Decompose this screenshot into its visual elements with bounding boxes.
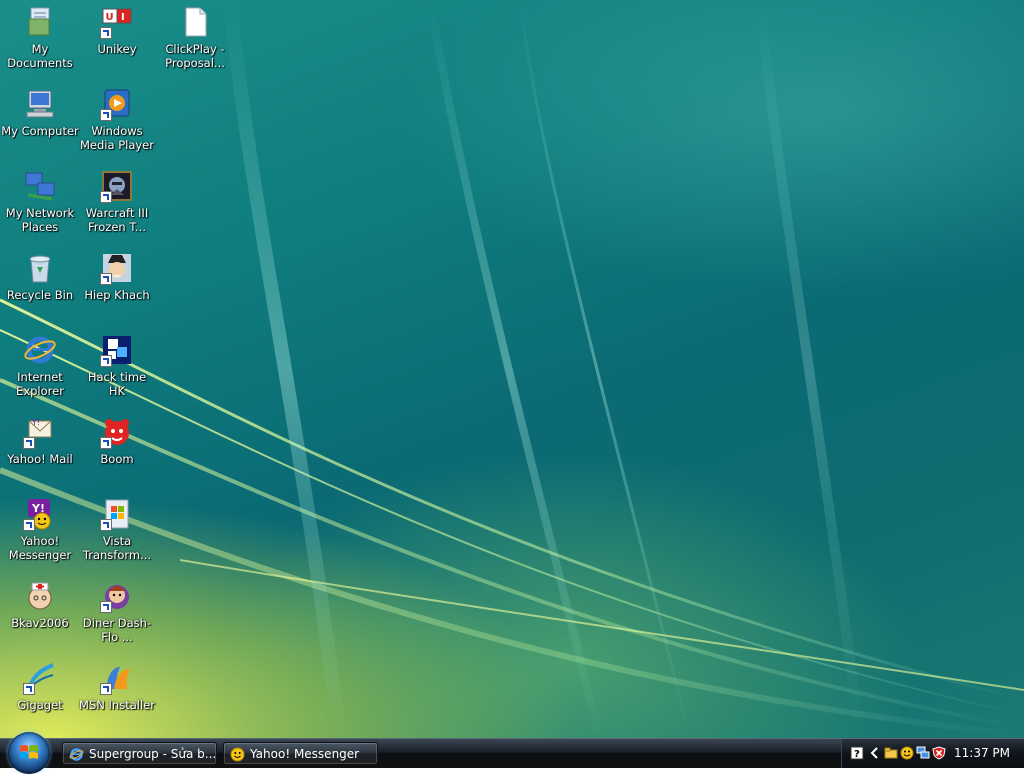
svg-text:?: ? — [854, 749, 860, 760]
desktop-icon-diner-dash[interactable]: Diner Dash-Flo ... — [78, 577, 156, 657]
desktop-icon-boom[interactable]: Boom — [78, 413, 156, 493]
shortcut-arrow-icon — [100, 273, 112, 285]
desktop-icon-label: Hiep Khach — [84, 288, 150, 302]
taskbar-button-label: Supergroup - Sửa b... — [89, 747, 217, 761]
svg-text:Y!: Y! — [31, 418, 40, 427]
network-icon — [23, 169, 57, 203]
folder-sync-icon[interactable] — [884, 746, 898, 760]
desktop-icon-msn-installer[interactable]: MSN Installer — [78, 659, 156, 738]
chevron-left-icon[interactable] — [868, 746, 882, 760]
shortcut-arrow-icon — [100, 355, 112, 367]
desktop-icon-label: Recycle Bin — [6, 288, 74, 302]
game-icon — [100, 169, 134, 203]
antivirus-icon — [23, 579, 57, 613]
desktop-icon-hiep-khach[interactable]: Hiep Khach — [78, 249, 156, 329]
internet-explorer-icon — [69, 748, 84, 761]
yahoo-messenger-icon: Y! — [23, 497, 57, 531]
clock[interactable]: 11:37 PM — [954, 739, 1010, 768]
desktop-icon-hack-time-hk[interactable]: Hack time HK — [78, 331, 156, 411]
desktop-icon-label: Unikey — [97, 42, 137, 56]
msn-icon — [100, 661, 134, 695]
game-character-icon — [100, 251, 134, 285]
desktop-icon-label: ClickPlay - Proposal... — [165, 42, 225, 70]
desktop-icon-yahoo-messenger[interactable]: Y! Yahoo! Messenger — [1, 495, 79, 575]
shortcut-arrow-icon — [100, 683, 112, 695]
media-player-icon — [100, 87, 134, 121]
taskbar-button-yahoo-messenger[interactable]: Yahoo! Messenger — [223, 742, 378, 765]
desktop-icon-gigaget[interactable]: Gigaget — [1, 659, 79, 738]
desktop-icon-bkav2006[interactable]: Bkav2006 — [1, 577, 79, 657]
shortcut-arrow-icon — [100, 27, 112, 39]
desktop-icon-unikey[interactable]: UI Unikey — [78, 3, 156, 83]
desktop-icon-my-documents[interactable]: My Documents — [1, 3, 79, 83]
shortcut-arrow-icon — [100, 437, 112, 449]
recycle-bin-icon — [23, 251, 57, 285]
cube-icon — [100, 333, 134, 367]
shortcut-arrow-icon — [100, 519, 112, 531]
document-icon — [178, 5, 212, 39]
desktop-icon-windows-media-player[interactable]: Windows Media Player — [78, 85, 156, 165]
desktop-icon-label: Yahoo! Messenger — [8, 534, 72, 562]
desktop-icon-label: Diner Dash-Flo ... — [82, 616, 152, 644]
desktop-background[interactable]: My Documents My Computer My Network Plac… — [0, 0, 1024, 738]
desktop-icon-label: Yahoo! Mail — [7, 452, 73, 466]
mail-icon: Y! — [23, 415, 57, 449]
desktop-icon-my-computer[interactable]: My Computer — [1, 85, 79, 165]
desktop-icon-label: Bkav2006 — [11, 616, 69, 630]
shortcut-arrow-icon — [100, 109, 112, 121]
boom-icon — [100, 415, 134, 449]
windows-logo-icon — [20, 745, 38, 759]
security-alert-icon[interactable] — [932, 746, 946, 760]
system-tray: ? 11:37 PM — [841, 739, 1024, 768]
desktop-icon-label: Gigaget — [17, 698, 63, 712]
desktop-icon-clickplay-proposal[interactable]: ClickPlay - Proposal... — [156, 3, 234, 83]
desktop-icon-yahoo-mail[interactable]: Y! Yahoo! Mail — [1, 413, 79, 493]
unikey-icon: UI — [100, 5, 134, 39]
diner-icon — [100, 579, 134, 613]
desktop-icon-label: Internet Explorer — [16, 370, 64, 398]
desktop-icon-internet-explorer[interactable]: Internet Explorer — [1, 331, 79, 411]
desktop-icon-label: My Documents — [7, 42, 73, 70]
svg-text:U: U — [106, 12, 114, 23]
desktop-icon-label: Windows Media Player — [80, 124, 154, 152]
taskbar: Supergroup - Sửa b... Yahoo! Messenger ? — [0, 732, 1024, 774]
help-icon[interactable]: ? — [850, 746, 864, 760]
desktop-icon-warcraft[interactable]: Warcraft III Frozen T... — [78, 167, 156, 247]
internet-explorer-icon — [23, 333, 57, 367]
desktop-icon-label: Hack time HK — [87, 370, 147, 398]
shortcut-arrow-icon — [100, 601, 112, 613]
desktop-icon-label: My Computer — [1, 124, 79, 138]
shortcut-arrow-icon — [23, 437, 35, 449]
shortcut-arrow-icon — [100, 191, 112, 203]
desktop-icon-recycle-bin[interactable]: Recycle Bin — [1, 249, 79, 329]
desktop-icon-label: Warcraft III Frozen T... — [85, 206, 149, 234]
network-icon[interactable] — [916, 746, 930, 760]
computer-icon — [23, 87, 57, 121]
shortcut-arrow-icon — [23, 683, 35, 695]
vista-icon — [100, 497, 134, 531]
yahoo-smiley-icon — [230, 747, 245, 762]
desktop-icon-label: My Network Places — [5, 206, 75, 234]
desktop-icon-my-network-places[interactable]: My Network Places — [1, 167, 79, 247]
taskbar-button-supergroup[interactable]: Supergroup - Sửa b... — [62, 742, 217, 765]
desktop-icon-vista-transform[interactable]: Vista Transform... — [78, 495, 156, 575]
taskbar-button-label: Yahoo! Messenger — [250, 747, 360, 761]
download-icon — [23, 661, 57, 695]
desktop-icon-label: Vista Transform... — [82, 534, 152, 562]
yahoo-smiley-icon[interactable] — [900, 746, 914, 760]
desktop-icon-label: MSN Installer — [79, 698, 155, 712]
svg-text:I: I — [121, 12, 125, 23]
folder-icon — [23, 5, 57, 39]
shortcut-arrow-icon — [23, 519, 35, 531]
desktop-icon-label: Boom — [100, 452, 134, 466]
